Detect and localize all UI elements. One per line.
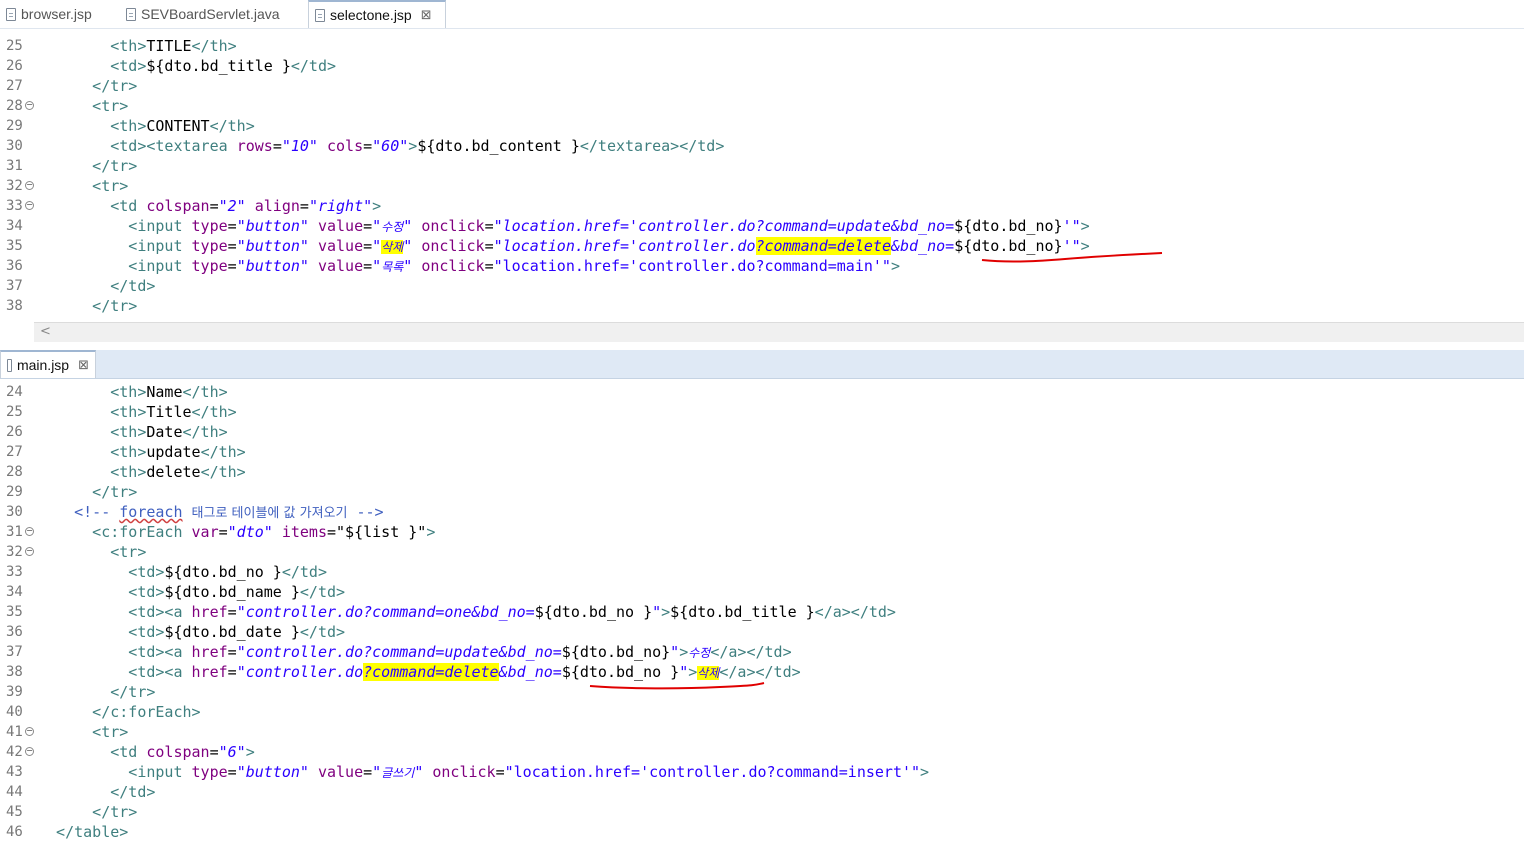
red-underline-annotation <box>589 682 765 690</box>
red-underline-annotation <box>981 252 1163 263</box>
jsp-file-icon <box>6 7 16 21</box>
tab-label: main.jsp <box>16 357 70 373</box>
annotation-stroke <box>981 252 1163 263</box>
jsp-file-icon <box>7 358 12 372</box>
pane-separator <box>0 342 1524 350</box>
tab-label: SEVBoardServlet.java <box>141 6 280 22</box>
editor-tabbar-bottom: main.jsp ⊠ <box>0 350 1524 379</box>
tab-selectone-jsp[interactable]: selectone.jsp ⊠ <box>308 0 446 28</box>
code-editor-main[interactable]: 24 <th>Name</th> 25 <th>Title</th> 26 <th>… <box>0 380 1524 843</box>
horizontal-scrollbar[interactable]: < <box>34 322 1524 343</box>
close-icon[interactable]: ⊠ <box>421 8 432 23</box>
tab-label: browser.jsp <box>21 6 92 22</box>
tab-label: selectone.jsp <box>330 7 412 23</box>
close-icon[interactable]: ⊠ <box>78 358 89 373</box>
tab-sevboardservlet-java[interactable]: SEVBoardServlet.java <box>120 0 300 28</box>
jsp-file-icon <box>315 8 325 22</box>
tab-browser-jsp[interactable]: browser.jsp <box>0 0 110 28</box>
code-editor-selectone[interactable]: 25 <th>TITLE</th> 26 <td>${dto.bd_title }… <box>0 29 1524 322</box>
editor-tabbar-top: browser.jsp SEVBoardServlet.java selecto… <box>0 0 1524 29</box>
java-file-icon <box>126 7 136 21</box>
scroll-left-icon[interactable]: < <box>40 324 51 339</box>
annotation-stroke <box>589 682 765 690</box>
tab-main-jsp[interactable]: main.jsp ⊠ <box>0 350 96 378</box>
